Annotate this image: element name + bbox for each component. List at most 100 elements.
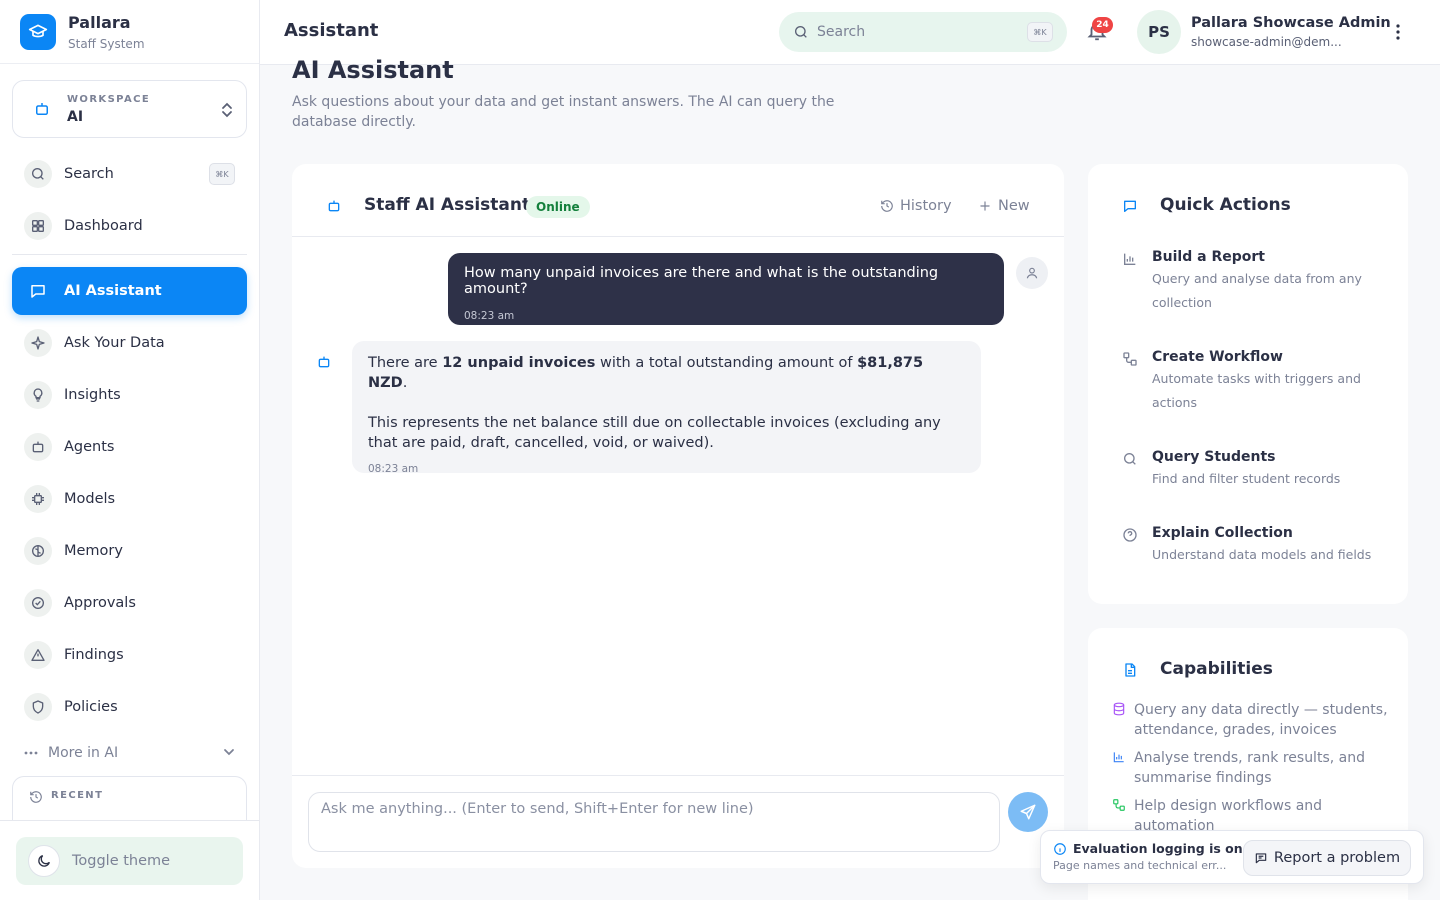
chat-header: Staff AI Assistant Online History New [292,164,1064,237]
bot-icon [24,433,52,461]
capability-text: Analyse trends, rank results, and summar… [1134,750,1365,786]
warning-icon [24,641,52,669]
message-paragraph: This represents the net balance still du… [368,415,941,451]
bar-chart-icon [1112,750,1126,764]
sidebar-item-label: Insights [64,387,121,403]
assistant-message: There are 12 unpaid invoices with a tota… [352,341,981,475]
bar-chart-icon [1122,251,1138,267]
sidebar-item-label: Policies [64,699,118,715]
message-paragraph: There are 12 unpaid invoices with a tota… [368,353,965,393]
sidebar: Pallara Staff System WORKSPACE AI Search… [0,0,260,900]
shortcut-hint: ⌘K [209,163,235,185]
chat-icon [1122,198,1138,214]
sidebar-item-insights[interactable]: Insights [12,371,247,419]
sidebar-item-agents[interactable]: Agents [12,423,247,471]
chevron-updown-icon [220,101,234,119]
user-email: showcase-admin@dem... [1191,35,1342,49]
history-icon [880,199,894,213]
check-circle-icon [24,589,52,617]
sidebar-item-ask-your-data[interactable]: Ask Your Data [12,319,247,367]
user-icon [1016,257,1048,289]
search-icon [24,160,52,188]
report-problem-button[interactable]: Report a problem [1243,840,1411,876]
workspace-switcher[interactable]: WORKSPACE AI [12,80,247,138]
sidebar-item-models[interactable]: Models [12,475,247,523]
bot-icon [33,100,51,118]
sidebar-item-label: Agents [64,439,115,455]
report-problem-label: Report a problem [1273,850,1401,866]
sidebar-item-search[interactable]: Search ⌘K [12,150,247,198]
chat-panel: Staff AI Assistant Online History New Ho… [292,164,1064,868]
message-input[interactable] [321,801,987,843]
quick-action-create-workflow[interactable]: Create Workflow Automate tasks with trig… [1122,349,1392,415]
message-composer[interactable] [308,792,1000,852]
recent-label: RECENT [51,790,104,801]
new-chat-label: New [998,198,1030,214]
sidebar-item-label: Models [64,491,116,507]
history-button[interactable]: History [880,196,952,216]
lightbulb-icon [24,381,52,409]
help-circle-icon [1122,527,1138,543]
chevron-down-icon [222,745,236,759]
more-dots-icon [24,751,38,755]
history-icon [29,790,43,804]
more-vertical-icon[interactable] [1388,22,1408,42]
sidebar-footer: Toggle theme [0,820,259,900]
recent-section: RECENT [12,776,247,820]
sidebar-item-label: Memory [64,543,123,559]
page-subtitle: Ask questions about your data and get in… [292,94,835,130]
workflow-icon [1112,798,1126,812]
divider [292,775,1064,776]
quick-action-title: Explain Collection [1152,525,1293,541]
sidebar-item-findings[interactable]: Findings [12,631,247,679]
toast-description: Page names and technical err... [1053,859,1227,872]
quick-action-build-report[interactable]: Build a Report Query and analyse data fr… [1122,249,1392,315]
quick-action-explain-collection[interactable]: Explain Collection Understand data model… [1122,525,1392,567]
quick-action-desc: Find and filter student records [1152,471,1341,486]
user-name[interactable]: Pallara Showcase Admin [1191,15,1391,31]
search-icon [1122,451,1138,467]
quick-action-title: Build a Report [1152,249,1265,265]
send-button[interactable] [1008,792,1048,832]
grid-icon [24,212,52,240]
search-input[interactable] [817,24,1017,40]
shield-icon [24,693,52,721]
brand-subtitle: Staff System [68,36,145,51]
brand-name: Pallara [68,12,131,32]
toggle-theme-button[interactable]: Toggle theme [16,837,243,885]
shortcut-hint: ⌘K [1027,22,1053,42]
global-search[interactable]: ⌘K [779,12,1067,52]
workspace-label: WORKSPACE [67,93,151,105]
quick-actions-panel: Quick Actions Build a Report Query and a… [1088,164,1408,604]
sidebar-item-label: Dashboard [64,218,143,234]
sidebar-item-memory[interactable]: Memory [12,527,247,575]
evaluation-logging-toast: Evaluation logging is on Page names and … [1040,830,1424,884]
brand[interactable]: Pallara Staff System [0,0,259,64]
sidebar-item-dashboard[interactable]: Dashboard [12,202,247,250]
quick-actions-title: Quick Actions [1160,195,1291,215]
capability-text: Query any data directly — students, atte… [1134,702,1388,738]
sidebar-item-policies[interactable]: Policies [12,683,247,731]
quick-action-query-students[interactable]: Query Students Find and filter student r… [1122,449,1392,491]
more-in-ai-toggle[interactable]: More in AI [24,741,236,765]
message-icon [1254,851,1268,865]
sidebar-item-label: Search [64,166,114,182]
info-icon [1053,842,1067,856]
search-icon [793,24,809,40]
chat-title: Staff AI Assistant [364,195,531,215]
sidebar-item-label: Approvals [64,595,136,611]
message-text: How many unpaid invoices are there and w… [464,265,939,297]
sidebar-item-ai-assistant[interactable]: AI Assistant [12,267,247,315]
brain-icon [24,537,52,565]
user-message: How many unpaid invoices are there and w… [448,253,1004,325]
more-in-ai-label: More in AI [48,745,119,761]
bot-icon [316,354,332,370]
quick-action-desc: Query and analyse data from any collecti… [1152,271,1362,310]
user-avatar[interactable]: PS [1137,10,1181,54]
sidebar-item-approvals[interactable]: Approvals [12,579,247,627]
new-chat-button[interactable]: New [978,196,1030,216]
quick-action-desc: Automate tasks with triggers and actions [1152,371,1361,410]
chip-icon [24,485,52,513]
workspace-value: AI [67,108,84,125]
sidebar-item-label: AI Assistant [64,283,162,299]
